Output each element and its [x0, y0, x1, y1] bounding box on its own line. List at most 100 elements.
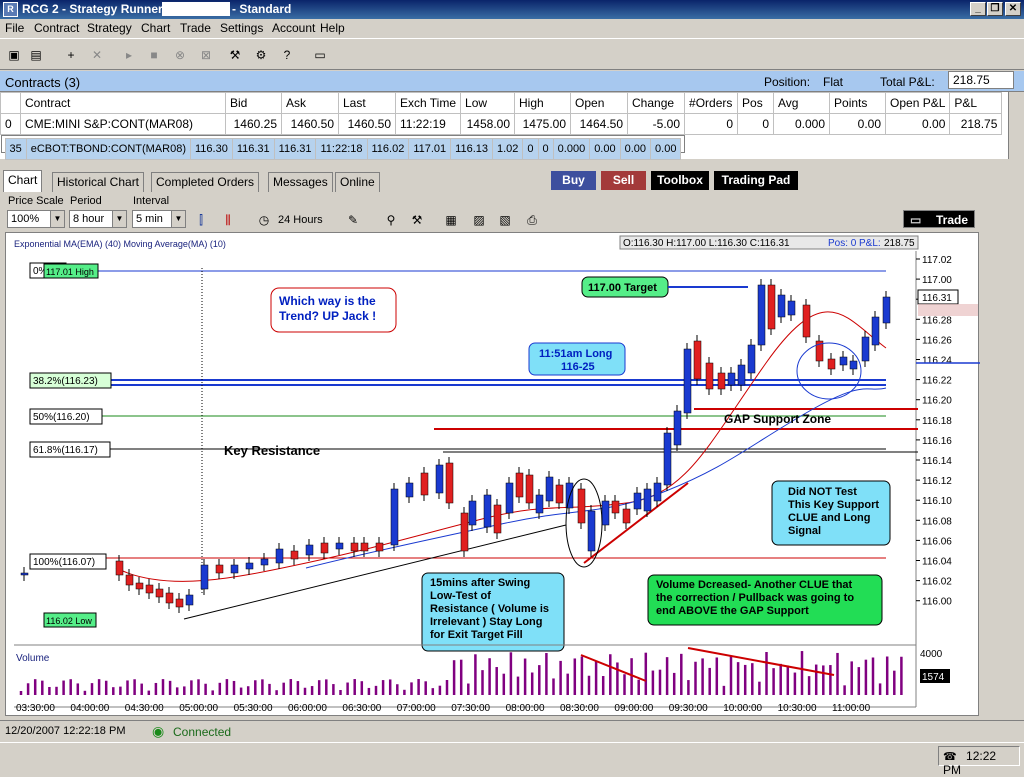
tab-historical-chart[interactable]: Historical Chart [52, 172, 145, 192]
menu-chart[interactable]: Chart [141, 21, 170, 35]
col-header[interactable]: Last [338, 92, 396, 114]
minimize-button[interactable]: _ [970, 2, 986, 16]
position-value: Flat [823, 75, 844, 89]
period-select[interactable]: 8 hour ▼ [69, 210, 127, 228]
chevron-down-icon: ▼ [171, 211, 185, 227]
clock-icon[interactable]: ◷ [256, 212, 272, 228]
cell: 0 [522, 138, 539, 160]
cell: 11:22:18 [315, 138, 368, 160]
sell-button[interactable]: Sell [601, 171, 646, 190]
interval-select[interactable]: 5 min ▼ [132, 210, 186, 228]
price-scale-select[interactable]: 100% ▼ [7, 210, 65, 228]
add-icon[interactable]: + [63, 47, 79, 63]
contracts-scrollbar[interactable] [1008, 92, 1024, 159]
bid-ask-band [918, 304, 978, 316]
menu-strategy[interactable]: Strategy [87, 21, 132, 35]
tab-online[interactable]: Online [335, 172, 380, 192]
contracts-title: Contracts (3) [5, 75, 81, 90]
close-button[interactable]: ✕ [1005, 2, 1021, 16]
trading-pad-button[interactable]: Trading Pad [714, 171, 798, 190]
draw-tool-icon[interactable]: ✎ [345, 212, 361, 228]
menu-contract[interactable]: Contract [34, 21, 79, 35]
hours-label[interactable]: 24 Hours [278, 214, 323, 226]
x-tick-label: 06:00:00 [288, 703, 327, 714]
flatten-icon[interactable]: ⊠ [198, 47, 214, 63]
cell: 11:22:19 [394, 113, 462, 135]
candle-chart-icon[interactable]: ⫼ [220, 212, 236, 228]
candle [515, 472, 524, 498]
tools-icon[interactable]: ⚒ [227, 47, 243, 63]
tab-completed-orders[interactable]: Completed Orders [151, 172, 260, 192]
candle [827, 358, 836, 370]
candle [545, 476, 554, 502]
trade-button[interactable]: ▭ Trade [903, 210, 975, 228]
cell: 116.02 [366, 138, 410, 160]
candle [390, 488, 399, 546]
col-header[interactable]: Points [829, 92, 887, 114]
delete-icon[interactable]: ✕ [89, 47, 105, 63]
zoom-icon[interactable]: ⚲ [383, 212, 399, 228]
col-header[interactable] [0, 92, 21, 114]
menu-trade[interactable]: Trade [180, 21, 211, 35]
tab-messages[interactable]: Messages [268, 172, 333, 192]
pl-readout-value: 218.75 [884, 238, 915, 249]
y-tick-label: 116.18 [922, 416, 952, 427]
y-tick-label: 116.16 [922, 436, 952, 447]
tab-chart[interactable]: Chart [3, 170, 43, 192]
save-icon[interactable]: ▣ [6, 47, 22, 63]
open-icon[interactable]: ▤ [28, 47, 44, 63]
col-header[interactable]: Low [460, 92, 516, 114]
candle [653, 482, 662, 502]
col-header[interactable]: Change [627, 92, 686, 114]
candle [663, 432, 672, 486]
cell: 0 [737, 113, 775, 135]
tools-icon[interactable]: ⚒ [409, 212, 425, 228]
window-title: RCG 2 - Strategy Runner [22, 2, 163, 16]
candle [468, 500, 477, 526]
buy-button[interactable]: Buy [551, 171, 596, 190]
table-row[interactable]: 35 eCBOT:TBOND:CONT(MAR08) 116.30 116.31… [0, 135, 686, 160]
menu-settings[interactable]: Settings [220, 21, 263, 35]
menu-account[interactable]: Account [272, 21, 315, 35]
window-icon[interactable]: ▭ [312, 47, 328, 63]
cell: 0 [537, 138, 554, 160]
col-header[interactable]: Bid [225, 92, 282, 114]
play-icon[interactable]: ▸ [121, 47, 137, 63]
col-header[interactable]: Pos [737, 92, 775, 114]
candle [737, 364, 746, 386]
chart-area[interactable]: Exponential MA(EMA) (40) Moving Average(… [5, 232, 980, 717]
cancel-icon[interactable]: ⊗ [172, 47, 188, 63]
menu-file[interactable]: File [5, 21, 24, 35]
cell: 1464.50 [570, 113, 629, 135]
volume-label: Volume [16, 653, 50, 664]
col-header[interactable]: High [514, 92, 572, 114]
wrench-icon[interactable]: ⚙ [253, 47, 269, 63]
col-header[interactable]: Open P&L [885, 92, 951, 114]
table-row[interactable]: 0 CME:MINI S&P:CONT(MAR08) 1460.25 1460.… [0, 113, 1003, 135]
toolbox-button[interactable]: Toolbox [651, 171, 709, 190]
tray-network-icon[interactable]: ☎ [943, 751, 957, 763]
col-header[interactable]: Exch Time [394, 92, 462, 114]
col-header[interactable]: #Orders [684, 92, 739, 114]
col-header[interactable]: Contract [20, 92, 226, 114]
print-icon[interactable]: ⎙ [524, 212, 540, 228]
help-icon[interactable]: ? [279, 47, 295, 63]
chart-window-icon[interactable]: ▧ [497, 212, 513, 228]
candle [445, 462, 454, 504]
candle [802, 304, 811, 338]
candle [849, 360, 858, 370]
menu-help[interactable]: Help [320, 21, 345, 35]
restore-button[interactable]: ❐ [987, 2, 1003, 16]
position-label: Position: [764, 75, 811, 89]
col-header[interactable]: P&L [949, 92, 1003, 114]
price-chart[interactable]: Exponential MA(EMA) (40) Moving Average(… [6, 233, 980, 717]
stop-icon[interactable]: ■ [146, 47, 162, 63]
candle [643, 488, 652, 512]
chart-props-icon[interactable]: ▦ [443, 212, 459, 228]
col-header[interactable]: Open [570, 92, 629, 114]
chart-edit-icon[interactable]: ▨ [471, 212, 487, 228]
col-header[interactable]: Avg [773, 92, 831, 114]
col-header[interactable]: Ask [281, 92, 339, 114]
candle [882, 296, 891, 324]
bar-chart-icon[interactable]: ⫿ [193, 212, 209, 228]
